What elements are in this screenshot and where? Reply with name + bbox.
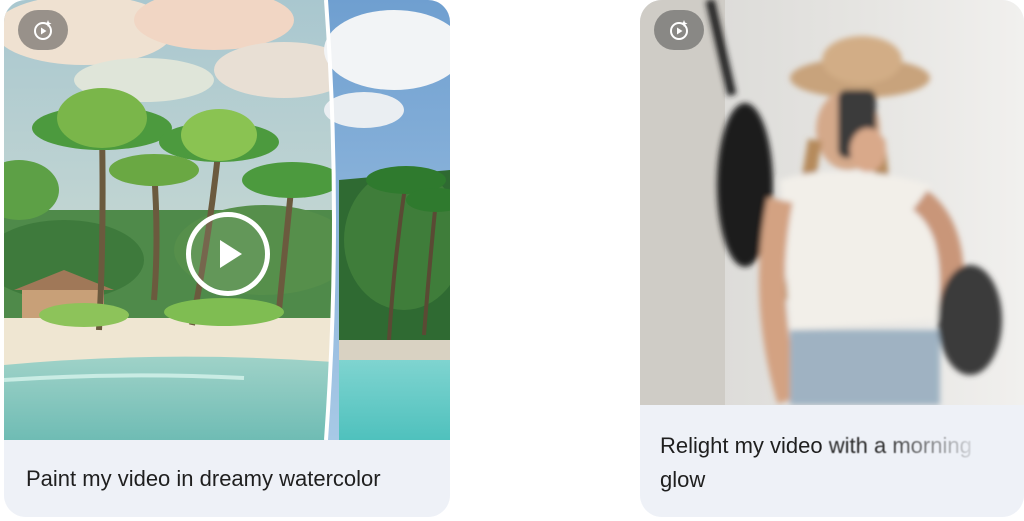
video-preview-relight[interactable] — [640, 0, 1024, 405]
play-icon — [220, 240, 242, 268]
video-preview-watercolor[interactable] — [4, 0, 450, 440]
selfie-image — [640, 0, 1024, 405]
video-card-watercolor[interactable]: Paint my video in dreamy watercolor — [4, 0, 450, 517]
prompt-caption: Paint my video in dreamy watercolor — [4, 440, 450, 517]
prompt-line-1: Relight my video with a morning — [660, 429, 1006, 463]
prompt-text-faded: with a morning — [828, 433, 972, 458]
video-magic-icon — [654, 10, 704, 50]
video-magic-icon — [18, 10, 68, 50]
prompt-line-2: glow — [660, 467, 706, 492]
video-card-relight[interactable]: Relight my video with a morning glow — [640, 0, 1024, 517]
prompt-text-clear: Relight my video — [660, 433, 823, 458]
prompt-text: Paint my video in dreamy watercolor — [26, 466, 381, 491]
play-button[interactable] — [186, 212, 270, 296]
prompt-caption: Relight my video with a morning glow — [640, 405, 1024, 517]
